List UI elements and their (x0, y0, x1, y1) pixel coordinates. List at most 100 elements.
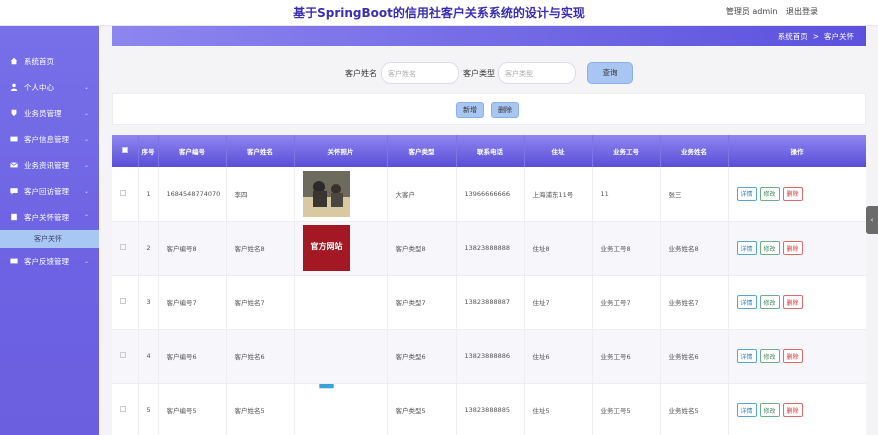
edit-button[interactable]: 修改 (759, 349, 780, 363)
edit-button[interactable]: 修改 (759, 186, 780, 201)
cell-phone: 13823888885 (456, 383, 525, 435)
cell-staff-no: 业务工号7 (592, 275, 661, 330)
user-label: 管理员 admin (725, 7, 778, 16)
sidebar-item-revisit[interactable]: 客户回访管理 ⌄ (0, 178, 99, 204)
chevron-down-icon: ⌄ (83, 109, 89, 117)
cell-staff-no: 业务工号5 (592, 383, 661, 435)
edit-button[interactable]: 修改 (759, 295, 780, 309)
cell-address: 住址8 (524, 221, 593, 276)
cell-actions: 详情 修改 删除 (728, 221, 866, 276)
feedback-icon (10, 258, 18, 264)
sidebar-item-customer-info[interactable]: 客户信息管理 ⌄ (0, 126, 99, 152)
cell-code: 客户编号8 (158, 221, 227, 276)
sidebar-item-label: 客户反馈管理 (24, 256, 69, 266)
row-checkbox[interactable] (112, 383, 139, 435)
sidebar-item-feedback[interactable]: 客户反馈管理 ⌄ (0, 248, 99, 274)
cell-actions: 详情 修改 删除 (728, 329, 866, 384)
chevron-up-icon: ⌃ (83, 213, 89, 221)
cell-actions: 详情 修改 删除 (728, 383, 866, 435)
sidebar-subitem-care[interactable]: 客户关怀 (0, 230, 99, 248)
chevron-down-icon: ⌄ (83, 161, 89, 169)
detail-button[interactable]: 详情 (736, 241, 757, 255)
header-cell[interactable]: 客户编号 (158, 135, 227, 167)
table-row: 1 1684548774070 李四 大客户 13966666666 上海浦东1… (112, 167, 866, 222)
breadcrumb-home[interactable]: 系统首页 (778, 31, 808, 42)
header-cell[interactable]: 联系电话 (456, 135, 525, 167)
detail-button[interactable]: 详情 (736, 349, 757, 363)
type-input[interactable]: 客户类型 (498, 62, 576, 84)
header-cell: 操作 (728, 135, 866, 167)
logout-link[interactable]: 退出登录 (786, 7, 818, 16)
row-delete-button[interactable]: 删除 (782, 241, 803, 255)
detail-button[interactable]: 详情 (736, 403, 757, 417)
breadcrumb-current: 客户关怀 (824, 31, 854, 41)
header-cell[interactable]: 关怀照片 (294, 135, 388, 167)
header-cell: 序号 (138, 135, 159, 167)
cell-staff-name: 业务姓名6 (660, 329, 729, 384)
care-photo (318, 384, 334, 389)
data-table: 序号 客户编号 客户姓名 关怀照片 客户类型 联系电话 住址 业务工号 业务姓名… (112, 135, 866, 435)
header-cell[interactable]: 住址 (524, 135, 593, 167)
row-checkbox[interactable] (112, 329, 139, 384)
detail-button[interactable]: 详情 (736, 186, 757, 201)
cell-staff-name: 业务姓名8 (660, 221, 729, 276)
user-icon (10, 83, 18, 91)
query-button[interactable]: 查询 (587, 62, 633, 84)
cell-staff-name: 张三 (660, 167, 729, 222)
type-label: 客户类型 (463, 69, 495, 78)
cell-staff-no: 11 (592, 167, 661, 222)
user-area: 管理员 admin 退出登录 (720, 6, 818, 17)
select-all-checkbox[interactable] (112, 135, 139, 167)
row-delete-button[interactable]: 删除 (782, 349, 803, 363)
chevron-down-icon: ⌄ (83, 257, 89, 265)
chevron-down-icon: ⌄ (83, 187, 89, 195)
cell-name: 客户姓名7 (226, 275, 295, 330)
heart-icon (11, 213, 17, 221)
care-photo: 官方网站 (302, 225, 350, 271)
sidebar: 系统首页 个人中心 ⌄ 业务员管理 ⌄ 客户信息管理 ⌄ 业务资讯管理 ⌄ 客户… (0, 26, 99, 435)
table-row: 3 客户编号7 客户姓名7 客户类型7 13823888887 住址7 业务工号… (112, 275, 866, 330)
edit-button[interactable]: 修改 (759, 403, 780, 417)
sidebar-item-news[interactable]: 业务资讯管理 ⌄ (0, 152, 99, 178)
row-delete-button[interactable]: 删除 (782, 403, 803, 417)
edit-button[interactable]: 修改 (759, 241, 780, 255)
cell-name: 李四 (226, 167, 295, 222)
cell-photo (294, 329, 388, 384)
row-checkbox[interactable] (112, 275, 139, 330)
cell-type: 客户类型6 (387, 329, 457, 384)
cell-phone: 13823888886 (456, 329, 525, 384)
cell-staff-no: 业务工号8 (592, 221, 661, 276)
search-bar: 客户姓名 客户姓名 客户类型 客户类型 查询 (0, 62, 878, 84)
row-checkbox[interactable] (112, 167, 139, 222)
row-delete-button[interactable]: 删除 (782, 186, 803, 201)
cell-code: 客户编号7 (158, 275, 227, 330)
delete-button[interactable]: 删除 (491, 102, 519, 118)
header-cell[interactable]: 业务工号 (592, 135, 661, 167)
chat-icon (10, 188, 18, 195)
mail-icon (10, 162, 18, 168)
sidebar-item-label: 业务员管理 (24, 108, 62, 118)
header-cell[interactable]: 客户姓名 (226, 135, 295, 167)
header-cell[interactable]: 业务姓名 (660, 135, 729, 167)
briefcase-icon (11, 109, 17, 117)
cell-photo (294, 383, 388, 435)
cell-type: 客户类型7 (387, 275, 457, 330)
collapse-handle[interactable]: ‹ (866, 206, 878, 234)
add-button[interactable]: 新增 (456, 102, 484, 118)
cell-photo (294, 167, 388, 222)
name-input[interactable]: 客户姓名 (381, 62, 459, 84)
row-delete-button[interactable]: 删除 (782, 295, 803, 309)
cell-photo: 官方网站 (294, 221, 388, 276)
cell-address: 住址6 (524, 329, 593, 384)
sidebar-item-care[interactable]: 客户关怀管理 ⌃ (0, 204, 99, 230)
cell-address: 住址5 (524, 383, 593, 435)
detail-button[interactable]: 详情 (736, 295, 757, 309)
cell-no: 3 (138, 275, 159, 330)
cell-type: 客户类型5 (387, 383, 457, 435)
cell-no: 5 (138, 383, 159, 435)
row-checkbox[interactable] (112, 221, 139, 276)
sidebar-item-staff[interactable]: 业务员管理 ⌄ (0, 100, 99, 126)
header-cell[interactable]: 客户类型 (387, 135, 457, 167)
cell-address: 上海浦东11号 (524, 167, 593, 222)
cell-name: 客户姓名5 (226, 383, 295, 435)
